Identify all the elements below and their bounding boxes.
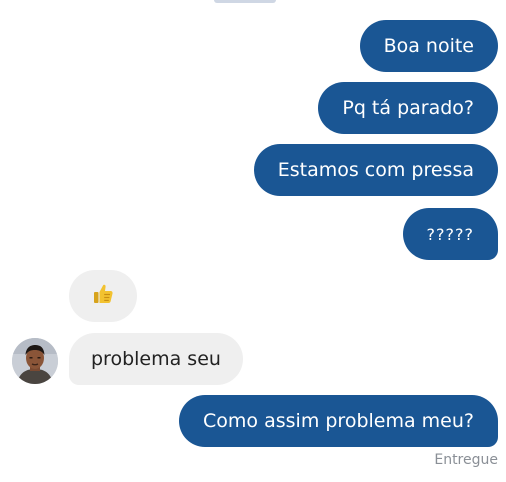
thumbs-up-icon <box>91 282 115 311</box>
message-bubble-incoming[interactable] <box>69 270 137 322</box>
message-bubble-outgoing[interactable]: Estamos com pressa <box>253 144 498 196</box>
message-text: Pq tá parado? <box>342 97 474 119</box>
message-text: problema seu <box>91 348 221 370</box>
message-bubble-outgoing[interactable]: Pq tá parado? <box>318 82 498 134</box>
contact-avatar-photo <box>12 338 58 384</box>
message-bubble-outgoing[interactable]: Boa noite <box>359 20 498 72</box>
message-text: ????? <box>426 224 474 244</box>
message-bubble-incoming[interactable]: problema seu <box>69 333 243 385</box>
message-bubble-outgoing[interactable]: ????? <box>402 208 498 260</box>
message-bubble-outgoing[interactable]: Como assim problema meu? <box>179 395 498 447</box>
contact-avatar[interactable] <box>12 338 58 384</box>
scroll-edge-indicator <box>214 0 276 3</box>
message-text: Boa noite <box>383 35 474 57</box>
delivery-status: Entregue <box>434 452 498 468</box>
message-text: Estamos com pressa <box>277 159 474 181</box>
message-text: Como assim problema meu? <box>203 410 474 432</box>
